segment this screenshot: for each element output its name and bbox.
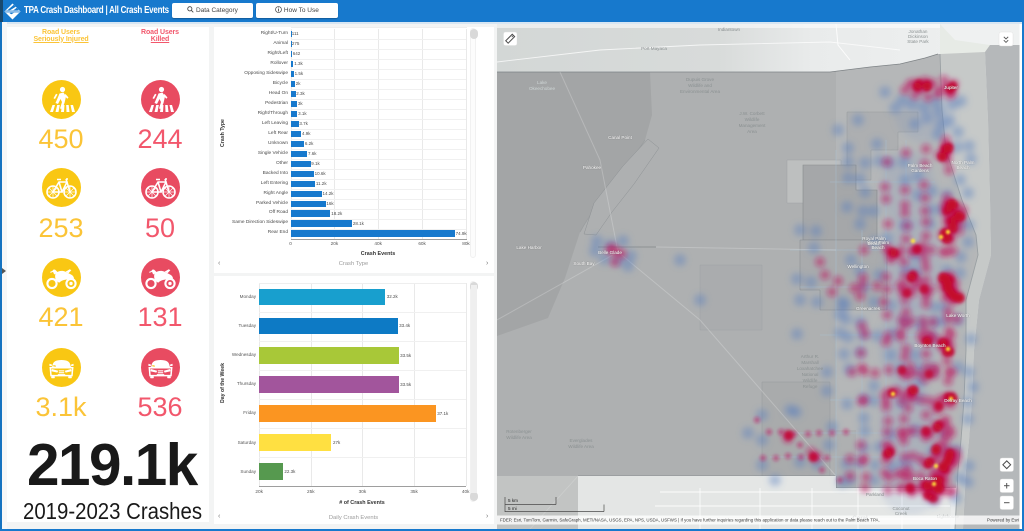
svg-text:Area: Area (747, 129, 757, 134)
svg-text:Pahokee: Pahokee (583, 165, 602, 170)
svg-text:Arthur R.: Arthur R. (801, 354, 819, 359)
svg-text:Management: Management (739, 123, 767, 128)
svg-text:Beach: Beach (956, 165, 969, 170)
svg-text:Environmental Area: Environmental Area (680, 89, 721, 94)
svg-text:Creek: Creek (895, 511, 908, 516)
svg-text:Loxahatchee: Loxahatchee (797, 366, 824, 371)
svg-text:Marshall: Marshall (801, 360, 818, 365)
svg-text:5 mi: 5 mi (508, 506, 517, 511)
svg-text:Wildlife: Wildlife (803, 378, 818, 383)
svg-text:Greenacres: Greenacres (856, 306, 881, 311)
svg-text:Wildlife Area: Wildlife Area (506, 435, 532, 440)
svg-text:J.W. Corbett: J.W. Corbett (739, 111, 765, 116)
svg-text:Boynton Beach: Boynton Beach (914, 343, 946, 348)
svg-text:Indiantown: Indiantown (718, 27, 741, 32)
svg-text:Rotenberger: Rotenberger (506, 429, 532, 434)
svg-text:Lake Worth: Lake Worth (946, 313, 970, 318)
svg-text:Boca Raton: Boca Raton (913, 476, 937, 481)
svg-text:South Bay: South Bay (573, 261, 595, 266)
svg-text:Refuge: Refuge (803, 384, 818, 389)
svg-text:5 km: 5 km (508, 498, 518, 503)
svg-text:Wildlife and: Wildlife and (688, 83, 712, 88)
svg-text:Lake Harbor: Lake Harbor (516, 245, 542, 250)
svg-text:Wildlife: Wildlife (745, 117, 760, 122)
svg-text:Belle Glade: Belle Glade (598, 250, 622, 255)
svg-text:Dupuis Grove: Dupuis Grove (686, 77, 715, 82)
svg-text:Gardens: Gardens (911, 168, 929, 173)
svg-text:Jupiter: Jupiter (944, 85, 958, 90)
svg-text:FDEP, Esri, TomTom, Garmin, Sa: FDEP, Esri, TomTom, Garmin, SafeGraph, M… (500, 518, 880, 523)
svg-text:Wildlife Area: Wildlife Area (568, 444, 594, 449)
svg-text:Canal Point: Canal Point (608, 135, 632, 140)
svg-text:Lake: Lake (537, 80, 547, 85)
svg-text:National: National (802, 372, 819, 377)
svg-text:Okeechobee: Okeechobee (529, 86, 555, 91)
svg-text:Beach: Beach (867, 241, 880, 246)
svg-text:Parkland: Parkland (866, 492, 885, 497)
svg-text:Delray Beach: Delray Beach (944, 398, 972, 403)
svg-text:Powered by Esri: Powered by Esri (987, 518, 1019, 523)
svg-text:Everglades: Everglades (570, 438, 594, 443)
svg-text:State Park: State Park (907, 39, 929, 44)
svg-text:Wellington: Wellington (847, 264, 869, 269)
svg-text:Port Mayaca: Port Mayaca (641, 46, 667, 51)
